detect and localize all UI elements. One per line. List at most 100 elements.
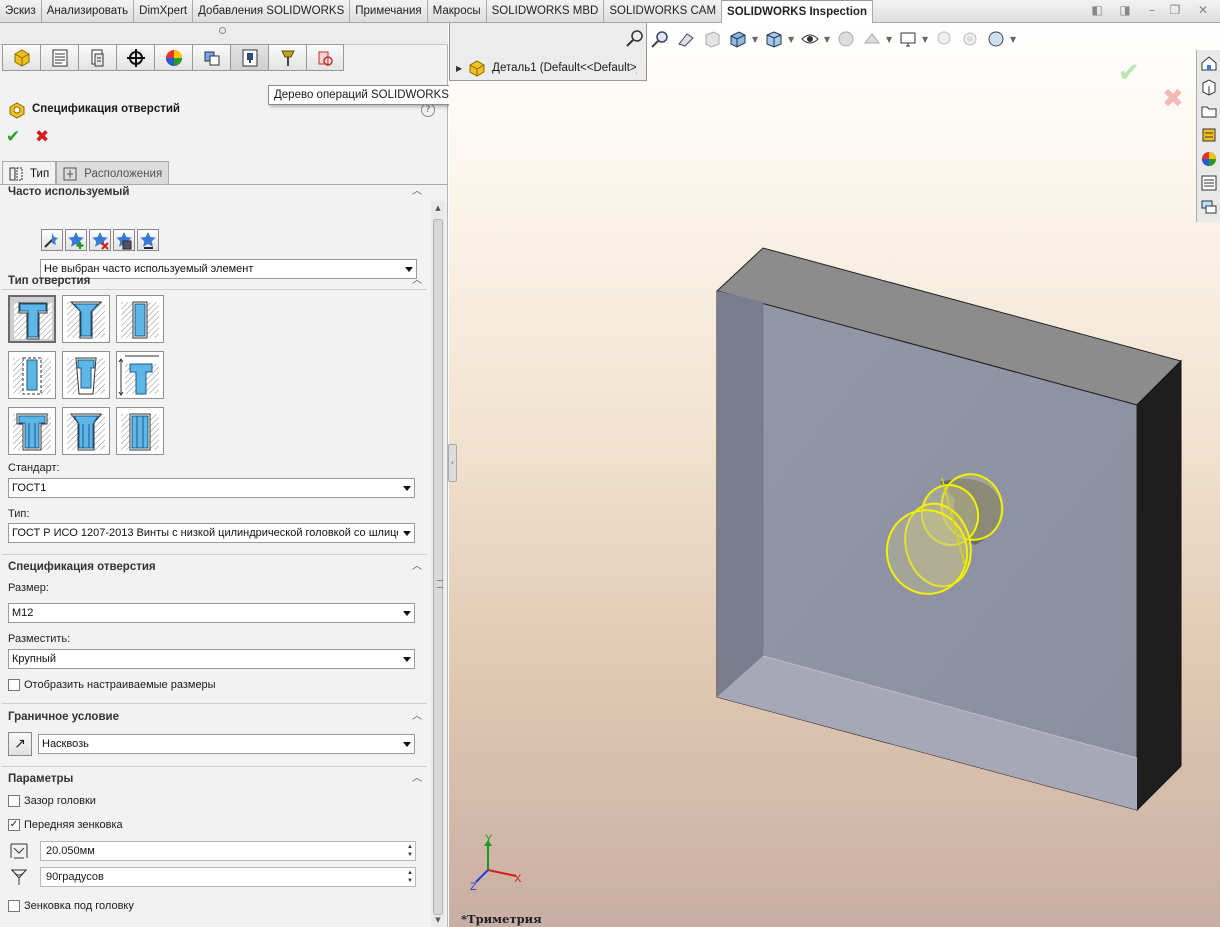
custom-properties-tab[interactable]	[1198, 172, 1220, 194]
collapse-end-condition-icon[interactable]: ︿	[412, 712, 424, 722]
chevron-down-icon[interactable]: ▼	[788, 35, 796, 44]
collapse-options-icon[interactable]: ︿	[412, 774, 424, 784]
tree-part-row[interactable]: ▶ Деталь1 (Default<<Default>_Display Sta…	[456, 59, 637, 77]
end-condition-select[interactable]: Насквозь	[38, 734, 415, 754]
edit-appearance-button[interactable]	[834, 27, 858, 51]
collapse-dot-icon[interactable]	[219, 27, 226, 34]
reverse-direction-button[interactable]: ↗	[8, 732, 32, 756]
tab-evaluate[interactable]: Анализировать	[42, 0, 135, 23]
hole-type-countersink-button[interactable]	[62, 295, 110, 343]
tab-dimxpert[interactable]: DimXpert	[134, 0, 194, 23]
zoom-to-area-button[interactable]	[648, 27, 672, 51]
chevron-down-icon[interactable]: ▼	[824, 35, 832, 44]
add-favorite-button[interactable]	[65, 229, 87, 251]
display-manager-tab[interactable]	[154, 44, 192, 71]
view-orientation-button[interactable]	[726, 27, 750, 51]
scroll-up-icon[interactable]: ▲	[431, 201, 445, 215]
head-clearance-checkbox[interactable]	[8, 795, 20, 807]
previous-view-button[interactable]	[674, 27, 698, 51]
realview-button[interactable]	[984, 27, 1008, 51]
minimize-icon[interactable]: –	[1145, 3, 1159, 17]
tab-sketch[interactable]: Эскиз	[0, 0, 42, 23]
dimxpert-manager-tab[interactable]	[116, 44, 154, 71]
inspection-tab[interactable]	[306, 44, 344, 71]
view-palette-tab[interactable]	[1198, 124, 1220, 146]
hole-type-counterbore-button[interactable]	[8, 295, 56, 343]
chevron-down-icon[interactable]: ▼	[922, 35, 930, 44]
collapse-hole-spec-icon[interactable]: ︿	[412, 562, 424, 572]
near-csink-checkbox[interactable]: ✓	[8, 819, 20, 831]
render-button[interactable]	[958, 27, 982, 51]
cam-operation-tree-tab[interactable]	[230, 44, 268, 71]
hole-type-counterbore-slot-button[interactable]	[8, 407, 56, 455]
tile-right-icon[interactable]: ◨	[1118, 3, 1132, 17]
spin-arrows-icon[interactable]: ▲ ▼	[407, 843, 413, 859]
cam-feature-tree-tab[interactable]	[192, 44, 230, 71]
configuration-manager-tab[interactable]	[78, 44, 116, 71]
cancel-button[interactable]: ✖	[35, 127, 49, 147]
appearances-tab[interactable]	[1198, 148, 1220, 170]
hide-show-items-button[interactable]	[798, 27, 822, 51]
near-csink-angle-input[interactable]: 90градусов ▲ ▼	[40, 867, 416, 887]
scroll-down-icon[interactable]: ▼	[431, 913, 445, 927]
save-favorite-button[interactable]	[113, 229, 135, 251]
property-manager-tab[interactable]	[40, 44, 78, 71]
confirm-cancel-icon[interactable]: ✖	[1162, 84, 1184, 114]
scroll-thumb[interactable]	[433, 219, 443, 915]
custom-sizing-checkbox[interactable]	[8, 679, 20, 691]
heads-up-view-toolbar: ▼ ▼ ▼ ▼ ▼ ▼	[648, 26, 1018, 52]
fit-select[interactable]: Крупный	[8, 649, 415, 669]
apply-scene-button[interactable]	[860, 27, 884, 51]
apply-defaults-button[interactable]	[41, 229, 63, 251]
tab-type[interactable]: Тип	[2, 161, 57, 185]
ok-button[interactable]: ✔	[6, 127, 20, 147]
spin-arrows-icon[interactable]: ▲ ▼	[407, 869, 413, 885]
hole-type-legacy-button[interactable]	[116, 351, 164, 399]
chevron-down-icon[interactable]: ▼	[752, 35, 760, 44]
restore-icon[interactable]: ❐	[1168, 3, 1182, 17]
display-style-button[interactable]	[762, 27, 786, 51]
hole-type-slot-button[interactable]	[116, 407, 164, 455]
help-icon[interactable]: ?	[421, 103, 435, 117]
size-select[interactable]: M12	[8, 603, 415, 623]
tab-macros[interactable]: Макросы	[428, 0, 487, 23]
collapse-favorites-icon[interactable]: ︿	[412, 187, 424, 197]
favorite-select[interactable]: Не выбран часто используемый элемент	[40, 259, 417, 279]
chevron-down-icon[interactable]: ▼	[1010, 35, 1018, 44]
expand-arrow-icon[interactable]: ▶	[456, 64, 462, 73]
panel-splitter[interactable]: ‹	[448, 444, 457, 482]
hole-type-pipe-tap-button[interactable]	[62, 351, 110, 399]
tab-solidworks-mbd[interactable]: SOLIDWORKS MBD	[487, 0, 605, 23]
delete-favorite-button[interactable]	[89, 229, 111, 251]
tile-left-icon[interactable]: ◧	[1090, 3, 1104, 17]
standard-select[interactable]: ГОСТ1	[8, 478, 415, 498]
panel-scrollbar[interactable]: ▲ ▼	[431, 201, 445, 927]
solidworks-resources-tab[interactable]	[1198, 52, 1220, 74]
hole-type-tapped-button[interactable]	[8, 351, 56, 399]
tab-solidworks-cam[interactable]: SOLIDWORKS CAM	[604, 0, 723, 23]
forum-tab[interactable]	[1198, 196, 1220, 218]
tab-solidworks-addins[interactable]: Добавления SOLIDWORKS	[193, 0, 351, 23]
view-settings-button[interactable]	[896, 27, 920, 51]
chevron-down-icon[interactable]: ▼	[886, 35, 894, 44]
hole-type-simple-button[interactable]	[116, 295, 164, 343]
graphics-area[interactable]	[449, 23, 1220, 927]
close-icon[interactable]: ✕	[1196, 3, 1210, 17]
lights-button[interactable]	[932, 27, 956, 51]
collapse-hole-type-icon[interactable]: ︿	[412, 276, 424, 286]
tab-positions[interactable]: Расположения	[56, 161, 170, 185]
fastener-type-select[interactable]: ГОСТ Р ИСО 1207-2013 Винты с низкой цили…	[8, 523, 415, 543]
under-head-csink-checkbox[interactable]	[8, 900, 20, 912]
hole-type-countersink-slot-button[interactable]	[62, 407, 110, 455]
cam-tool-tree-tab[interactable]	[268, 44, 306, 71]
zoom-to-fit-icon[interactable]	[625, 28, 645, 48]
load-favorite-button[interactable]	[137, 229, 159, 251]
design-library-tab[interactable]	[1198, 76, 1220, 98]
tab-annotations[interactable]: Примечания	[350, 0, 428, 23]
near-csink-diameter-input[interactable]: 20.050мм ▲ ▼	[40, 841, 416, 861]
file-explorer-tab[interactable]	[1198, 100, 1220, 122]
feature-manager-tab[interactable]	[2, 44, 40, 71]
confirm-ok-icon[interactable]: ✔	[1118, 58, 1140, 88]
section-view-button[interactable]	[700, 27, 724, 51]
tab-solidworks-inspection[interactable]: SOLIDWORKS Inspection	[722, 0, 873, 23]
